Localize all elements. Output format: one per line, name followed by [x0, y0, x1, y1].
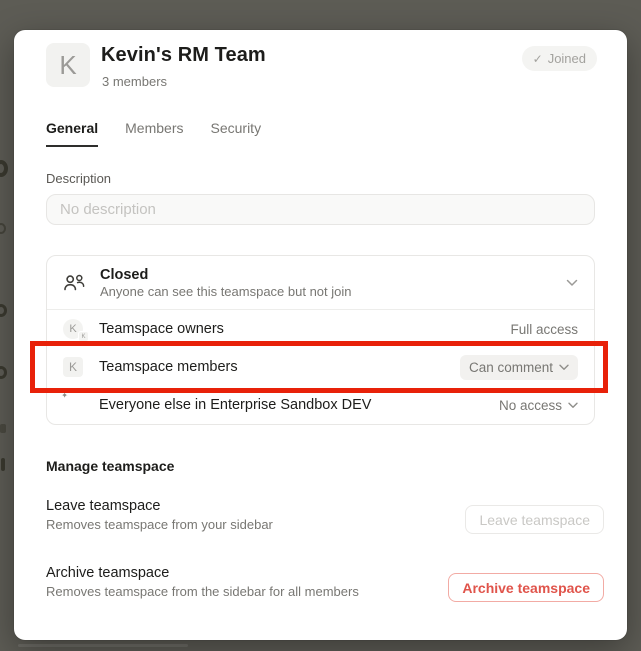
chevron-down-icon: [566, 279, 578, 287]
background-fragment: [1, 458, 5, 471]
chevron-down-icon: [559, 364, 569, 371]
settings-tabs: General Members Security: [46, 120, 261, 147]
teamspace-settings-dialog: K Kevin's RM Team 3 members ✓ Joined Gen…: [14, 30, 627, 640]
permission-row-owners: K K Teamspace owners Full access: [47, 310, 594, 348]
leave-teamspace-button[interactable]: Leave teamspace: [465, 505, 604, 534]
members-avatar-letter: K: [63, 357, 83, 377]
background-fragment: [0, 223, 6, 234]
background-fragment: [0, 304, 7, 317]
access-level-dropdown[interactable]: Closed Anyone can see this teamspace but…: [47, 256, 594, 310]
description-input[interactable]: [46, 194, 595, 225]
members-row-label: Teamspace members: [99, 359, 460, 375]
leave-teamspace-title: Leave teamspace: [46, 498, 160, 514]
tab-members[interactable]: Members: [125, 120, 183, 147]
archive-teamspace-title: Archive teamspace: [46, 565, 169, 581]
check-icon: ✓: [533, 52, 543, 66]
people-icon: [63, 273, 87, 293]
everyone-row-label: Everyone else in Enterprise Sandbox DEV: [99, 397, 499, 413]
access-level-title: Closed: [100, 266, 566, 284]
page-title: Kevin's RM Team: [101, 44, 266, 67]
leave-teamspace-subtitle: Removes teamspace from your sidebar: [46, 517, 273, 532]
members-access-dropdown[interactable]: Can comment: [460, 355, 578, 380]
joined-button[interactable]: ✓ Joined: [522, 46, 597, 71]
member-count: 3 members: [102, 74, 167, 89]
background-fragment: [18, 644, 188, 647]
owners-row-label: Teamspace owners: [99, 321, 510, 337]
permission-row-members: K Teamspace members Can comment: [47, 348, 594, 386]
joined-label: Joined: [548, 51, 586, 66]
workspace-logo-icon: ✦: [63, 396, 87, 414]
teamspace-avatar: K: [46, 43, 90, 87]
access-level-subtitle: Anyone can see this teamspace but not jo…: [100, 284, 566, 300]
archive-teamspace-subtitle: Removes teamspace from the sidebar for a…: [46, 584, 359, 599]
manage-teamspace-heading: Manage teamspace: [46, 458, 174, 474]
owners-access-level: Full access: [510, 322, 578, 337]
permission-row-everyone: ✦ Everyone else in Enterprise Sandbox DE…: [47, 386, 594, 424]
everyone-access-dropdown[interactable]: No access: [499, 398, 578, 413]
everyone-access-label: No access: [499, 398, 562, 413]
tab-general[interactable]: General: [46, 120, 98, 147]
sparkle-icon: ✦: [61, 391, 68, 400]
permissions-card: Closed Anyone can see this teamspace but…: [46, 255, 595, 425]
background-fragment: [0, 424, 6, 433]
access-level-text: Closed Anyone can see this teamspace but…: [100, 266, 566, 300]
archive-teamspace-button[interactable]: Archive teamspace: [448, 573, 604, 602]
members-avatar: K: [63, 357, 87, 377]
owners-avatar: K K: [63, 319, 87, 339]
chevron-down-icon: [568, 402, 578, 409]
members-access-label: Can comment: [469, 360, 553, 375]
tab-security[interactable]: Security: [211, 120, 262, 147]
background-fragment: [0, 366, 7, 379]
background-fragment: [0, 160, 8, 177]
owners-avatar-badge: K: [78, 331, 89, 342]
description-label: Description: [46, 171, 111, 186]
